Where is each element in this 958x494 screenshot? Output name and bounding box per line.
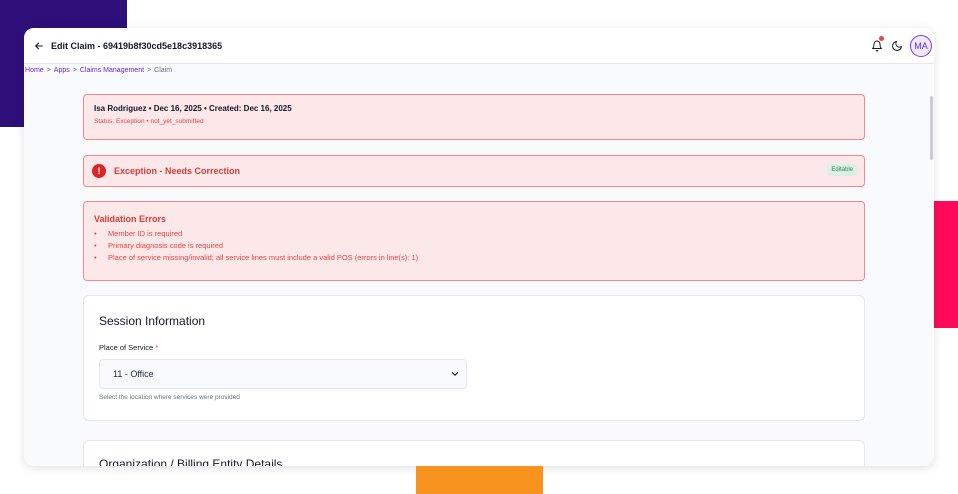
session-information-card: Session Information Place of Service * 1… xyxy=(83,295,865,421)
notifications-button[interactable] xyxy=(867,36,887,56)
claim-status-text: Status: Exception • not_yet_submitted xyxy=(94,118,204,125)
breadcrumb-current: Claim xyxy=(154,67,173,74)
claim-summary-title: Isa Rodriguez • Dec 16, 2025 • Created: … xyxy=(94,104,292,113)
chevron-down-icon xyxy=(451,372,459,376)
notification-dot xyxy=(879,36,884,41)
back-button[interactable] xyxy=(28,35,50,57)
decorative-pink-block xyxy=(934,201,958,328)
breadcrumb: Home > Apps > Claims Management > Claim xyxy=(25,67,172,74)
validation-errors-list: Member ID is required Primary diagnosis … xyxy=(94,228,854,264)
validation-errors-title: Validation Errors xyxy=(94,214,167,224)
place-of-service-label-text: Place of Service xyxy=(99,343,154,352)
app-window: Edit Claim - 69419b8f30cd5e18c3918365 MA… xyxy=(24,28,934,466)
user-avatar[interactable]: MA xyxy=(910,35,932,57)
validation-error-item: Place of service missing/invalid; all se… xyxy=(94,252,854,264)
alert-circle-icon: ! xyxy=(92,164,106,178)
exception-title: Exception - Needs Correction xyxy=(114,166,241,176)
top-actions: MA xyxy=(867,35,932,57)
scrollbar[interactable] xyxy=(930,92,934,164)
place-of-service-select[interactable]: 11 - Office xyxy=(99,359,467,389)
breadcrumb-separator: > xyxy=(72,67,77,74)
validation-errors-card: Validation Errors Member ID is required … xyxy=(83,201,865,281)
place-of-service-label: Place of Service * xyxy=(99,343,849,352)
required-mark: * xyxy=(155,343,159,352)
breadcrumb-claims-management[interactable]: Claims Management xyxy=(80,67,144,74)
editable-badge: Editable xyxy=(827,164,857,176)
scrollbar-thumb[interactable] xyxy=(930,96,933,160)
arrow-left-icon xyxy=(35,42,43,49)
breadcrumb-home[interactable]: Home xyxy=(25,67,44,74)
place-of-service-hint: Select the location where services were … xyxy=(99,394,240,401)
place-of-service-value: 11 - Office xyxy=(113,369,154,379)
organization-billing-title: Organization / Billing Entity Details xyxy=(99,457,283,466)
theme-toggle-button[interactable] xyxy=(887,36,907,56)
top-bar: Edit Claim - 69419b8f30cd5e18c3918365 MA xyxy=(24,28,934,64)
moon-icon xyxy=(892,41,902,51)
claim-summary-card: Isa Rodriguez • Dec 16, 2025 • Created: … xyxy=(83,94,865,140)
session-information-title: Session Information xyxy=(99,314,206,328)
breadcrumb-separator: > xyxy=(147,67,152,74)
exception-banner: ! Exception - Needs Correction Editable xyxy=(83,155,865,187)
breadcrumb-separator: > xyxy=(46,67,51,74)
page-title: Edit Claim - 69419b8f30cd5e18c3918365 xyxy=(51,40,223,51)
decorative-orange-block xyxy=(416,466,543,494)
organization-billing-card: Organization / Billing Entity Details xyxy=(83,440,865,466)
validation-error-item: Member ID is required xyxy=(94,228,854,240)
bell-icon xyxy=(872,40,882,52)
breadcrumb-apps[interactable]: Apps xyxy=(54,67,70,74)
validation-error-item: Primary diagnosis code is required xyxy=(94,240,854,252)
